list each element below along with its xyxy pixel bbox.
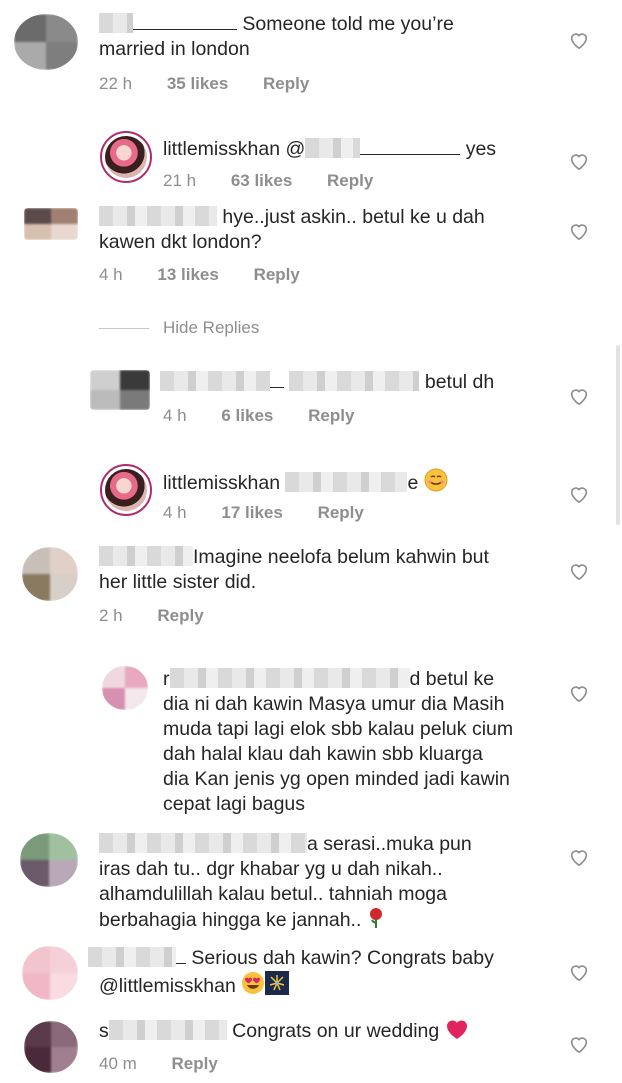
heart-icon[interactable] bbox=[568, 484, 590, 504]
likes-count[interactable]: 35 likes bbox=[167, 74, 228, 93]
comment-text: betul dh bbox=[160, 370, 494, 395]
timestamp: 4 h bbox=[163, 503, 187, 522]
redacted-username bbox=[169, 668, 410, 688]
heart-icon[interactable] bbox=[568, 30, 590, 50]
hide-replies-button[interactable]: Hide Replies bbox=[99, 318, 259, 338]
redacted-username bbox=[99, 546, 193, 566]
mention-link[interactable]: @littlemisskhan bbox=[99, 975, 236, 997]
comment-text: s Congrats on ur wedding bbox=[99, 1018, 469, 1047]
likes-count[interactable]: 6 likes bbox=[221, 406, 273, 425]
timestamp: 4 h bbox=[99, 265, 123, 284]
avatar-littlemisskhan[interactable] bbox=[100, 131, 152, 183]
scrollbar[interactable] bbox=[616, 345, 620, 525]
avatar-littlemisskhan[interactable] bbox=[100, 464, 152, 516]
comment-text: Someone told me you’re married in london bbox=[99, 13, 454, 60]
redacted-username bbox=[99, 13, 133, 33]
avatar[interactable] bbox=[24, 208, 78, 240]
heart-icon[interactable] bbox=[568, 151, 590, 171]
comment-meta: 4 h 17 likes Reply bbox=[163, 503, 394, 523]
comment-meta: 2 h Reply bbox=[99, 606, 234, 626]
comment-text: Imagine neelofa belum kahwin but her lit… bbox=[99, 546, 489, 593]
comment-meta: 21 h 63 likes Reply bbox=[163, 171, 403, 191]
comment-text: Serious dah kawin? Congrats baby @little… bbox=[88, 946, 494, 1002]
likes-count[interactable]: 63 likes bbox=[231, 171, 292, 190]
avatar[interactable] bbox=[24, 1021, 78, 1073]
redacted-username bbox=[99, 833, 307, 853]
heart-icon[interactable] bbox=[568, 386, 590, 406]
timestamp: 21 h bbox=[163, 171, 197, 190]
avatar[interactable] bbox=[14, 14, 78, 70]
comment-text: hye..just askin.. betul ke u dah kawen d… bbox=[99, 206, 485, 253]
redacted-mention bbox=[289, 371, 420, 391]
timestamp: 40 m bbox=[99, 1054, 137, 1073]
likes-count[interactable]: 13 likes bbox=[157, 265, 218, 284]
comment-meta: 4 h 13 likes Reply bbox=[99, 265, 330, 285]
heart-icon[interactable] bbox=[568, 962, 590, 982]
divider-line bbox=[99, 328, 149, 330]
heart-icon[interactable] bbox=[568, 221, 590, 241]
avatar[interactable] bbox=[22, 946, 78, 1000]
avatar[interactable] bbox=[22, 547, 78, 601]
heart-icon[interactable] bbox=[568, 561, 590, 581]
redacted-username bbox=[108, 1020, 227, 1040]
smiling-face-emoji-icon bbox=[424, 468, 448, 499]
redacted-username bbox=[160, 371, 270, 391]
reply-button[interactable]: Reply bbox=[172, 1054, 218, 1073]
reply-button[interactable]: Reply bbox=[263, 74, 309, 93]
comment-meta: 22 h 35 likes Reply bbox=[99, 74, 339, 94]
rose-emoji-icon bbox=[367, 907, 385, 936]
username[interactable]: littlemisskhan bbox=[163, 472, 280, 494]
avatar[interactable] bbox=[102, 666, 148, 710]
heart-icon[interactable] bbox=[568, 683, 590, 703]
comment-text: littlemisskhan @ yes bbox=[163, 138, 497, 160]
username[interactable]: littlemisskhan bbox=[163, 138, 280, 160]
timestamp: 4 h bbox=[163, 406, 187, 425]
avatar[interactable] bbox=[90, 370, 150, 410]
comment-text: rd betul ke dia ni dah kawin Masya umur … bbox=[163, 668, 514, 815]
reply-button[interactable]: Reply bbox=[157, 606, 203, 625]
redacted-username bbox=[88, 947, 176, 967]
reply-button[interactable]: Reply bbox=[254, 265, 300, 284]
heart-icon[interactable] bbox=[568, 847, 590, 867]
heart-icon[interactable] bbox=[568, 1034, 590, 1054]
redacted-username bbox=[99, 206, 217, 226]
red-heart-emoji-icon bbox=[445, 1018, 469, 1047]
comment-text: a serasi..muka pun iras dah tu.. dgr kha… bbox=[99, 832, 472, 936]
redacted-mention bbox=[285, 472, 408, 492]
likes-count[interactable]: 17 likes bbox=[221, 503, 282, 522]
timestamp: 22 h bbox=[99, 74, 133, 93]
reply-button[interactable]: Reply bbox=[327, 171, 373, 190]
avatar[interactable] bbox=[20, 833, 78, 887]
reply-button[interactable]: Reply bbox=[308, 406, 354, 425]
redacted-mention bbox=[305, 138, 361, 158]
comment-text: littlemisskhan e bbox=[163, 468, 448, 499]
timestamp: 2 h bbox=[99, 606, 123, 625]
fireworks-emoji-icon bbox=[265, 971, 290, 1002]
comment-meta: 40 m Reply bbox=[99, 1054, 248, 1074]
heart-eyes-emoji-icon bbox=[241, 971, 265, 1002]
reply-button[interactable]: Reply bbox=[318, 503, 364, 522]
comment-meta: 4 h 6 likes Reply bbox=[163, 406, 384, 426]
